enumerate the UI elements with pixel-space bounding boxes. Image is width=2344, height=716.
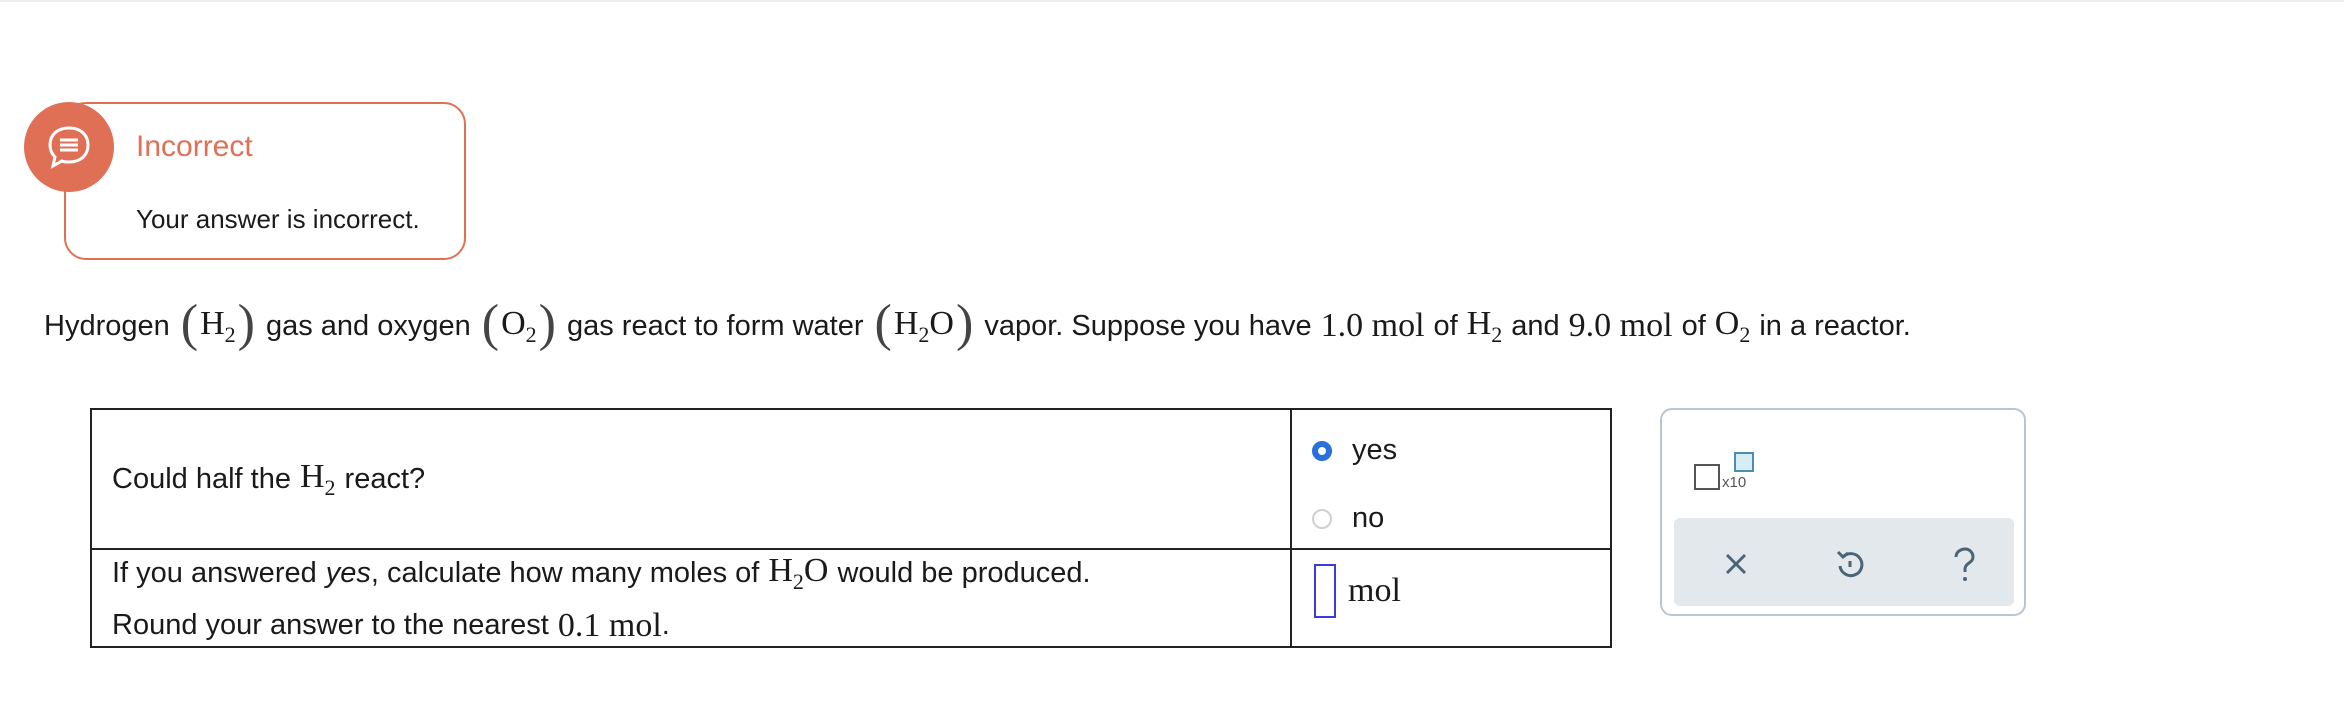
exponent-box-icon — [1734, 452, 1754, 472]
tool-bar — [1674, 518, 2014, 606]
undo-icon[interactable] — [1830, 544, 1870, 584]
formula-subscript: 2 — [918, 321, 930, 347]
question-cell: If you answered yes , calculate how many… — [90, 548, 1292, 648]
formula-o2: O2 — [501, 305, 537, 348]
formula-symbol: H — [768, 551, 793, 589]
feedback-status: Incorrect — [136, 130, 253, 163]
answer-cell: mol — [1290, 548, 1612, 648]
amount-o2: 9.0 mol — [1568, 307, 1673, 344]
question-table: Could half the H2 react? yes no If you a… — [90, 408, 1612, 648]
scientific-notation-button[interactable]: x10 — [1694, 440, 1766, 492]
question-text: If you answered — [112, 556, 317, 589]
problem-text: of — [1433, 309, 1458, 342]
formula-symbol: O — [501, 304, 526, 342]
formula-subscript: 2 — [324, 474, 336, 500]
formula-symbol: H — [893, 304, 919, 342]
option-label: yes — [1352, 434, 1398, 466]
feedback-box — [64, 102, 466, 260]
answer-tools-panel: x10 — [1660, 408, 2026, 616]
question-text: , calculate how many moles of — [370, 556, 760, 589]
round-end: . — [661, 609, 670, 641]
amount-h2: 1.0 mol — [1320, 307, 1425, 344]
question-text: would be produced. — [837, 556, 1091, 589]
unit-label: mol — [1348, 572, 1401, 609]
top-divider — [0, 0, 2344, 2]
table-row: If you answered yes , calculate how many… — [90, 548, 1612, 648]
formula-symbol: O — [929, 304, 954, 342]
round-text: Round your answer to the nearest — [112, 609, 549, 641]
radio-yes[interactable] — [1312, 440, 1332, 461]
option-yes[interactable]: yes — [1312, 434, 1397, 467]
formula-h2: H2 — [1467, 305, 1503, 348]
paren-close: ) — [955, 295, 974, 352]
formula-h2o: H2O — [768, 552, 828, 595]
option-no[interactable]: no — [1312, 502, 1384, 535]
formula-symbol: H — [299, 457, 325, 495]
paren-close: ) — [237, 295, 255, 352]
emphasis-yes: yes — [325, 556, 371, 589]
chat-bubble-icon — [24, 102, 114, 192]
formula-subscript: 2 — [792, 568, 804, 594]
problem-text: of — [1681, 309, 1706, 342]
round-value: 0.1 mol — [557, 606, 662, 644]
formula-symbol: H — [200, 304, 225, 342]
table-row: Could half the H2 react? yes no — [90, 408, 1612, 550]
formula-subscript: 2 — [1491, 321, 1503, 347]
problem-text: Hydrogen — [44, 309, 170, 342]
x10-label: x10 — [1722, 474, 1747, 491]
radio-no[interactable] — [1312, 508, 1332, 529]
question-text: Could half the — [112, 462, 291, 495]
question-1-text: Could half the H2 react? — [92, 458, 1290, 501]
problem-text: gas and oxygen — [265, 309, 471, 342]
formula-subscript: 2 — [224, 321, 236, 347]
formula-subscript: 2 — [525, 321, 537, 347]
problem-text: vapor. Suppose you have — [984, 309, 1312, 342]
base-box-icon — [1694, 464, 1720, 490]
question-text: react? — [344, 462, 426, 495]
question-cell: Could half the H2 react? — [90, 408, 1292, 550]
formula-h2: H2 — [200, 305, 236, 348]
paren-open: ( — [481, 295, 500, 352]
question-2-line-2: Round your answer to the nearest 0.1 mol… — [92, 607, 1290, 645]
formula-symbol: H — [1466, 304, 1492, 342]
paren-open: ( — [180, 295, 199, 352]
formula-symbol: O — [803, 551, 829, 589]
formula-subscript: 2 — [1739, 321, 1751, 347]
answer-cell: yes no — [1290, 408, 1612, 550]
formula-symbol: O — [1714, 304, 1740, 342]
paren-close: ) — [538, 295, 556, 352]
problem-text: in a reactor. — [1759, 309, 1911, 342]
feedback-message: Your answer is incorrect. — [136, 204, 420, 234]
moles-answer-input[interactable] — [1314, 564, 1336, 618]
question-2-line-1: If you answered yes , calculate how many… — [92, 552, 1290, 595]
problem-statement: Hydrogen (H2) gas and oxygen (O2) gas re… — [44, 295, 1911, 352]
paren-open: ( — [874, 295, 892, 352]
help-icon[interactable] — [1944, 544, 1984, 584]
formula-h2: H2 — [300, 458, 336, 501]
option-label: no — [1352, 502, 1385, 534]
close-icon[interactable] — [1716, 544, 1756, 584]
formula-h2o: H2O — [894, 305, 954, 348]
formula-o2: O2 — [1715, 305, 1751, 348]
problem-text: gas react to form water — [566, 309, 864, 342]
problem-text: and — [1511, 309, 1560, 342]
